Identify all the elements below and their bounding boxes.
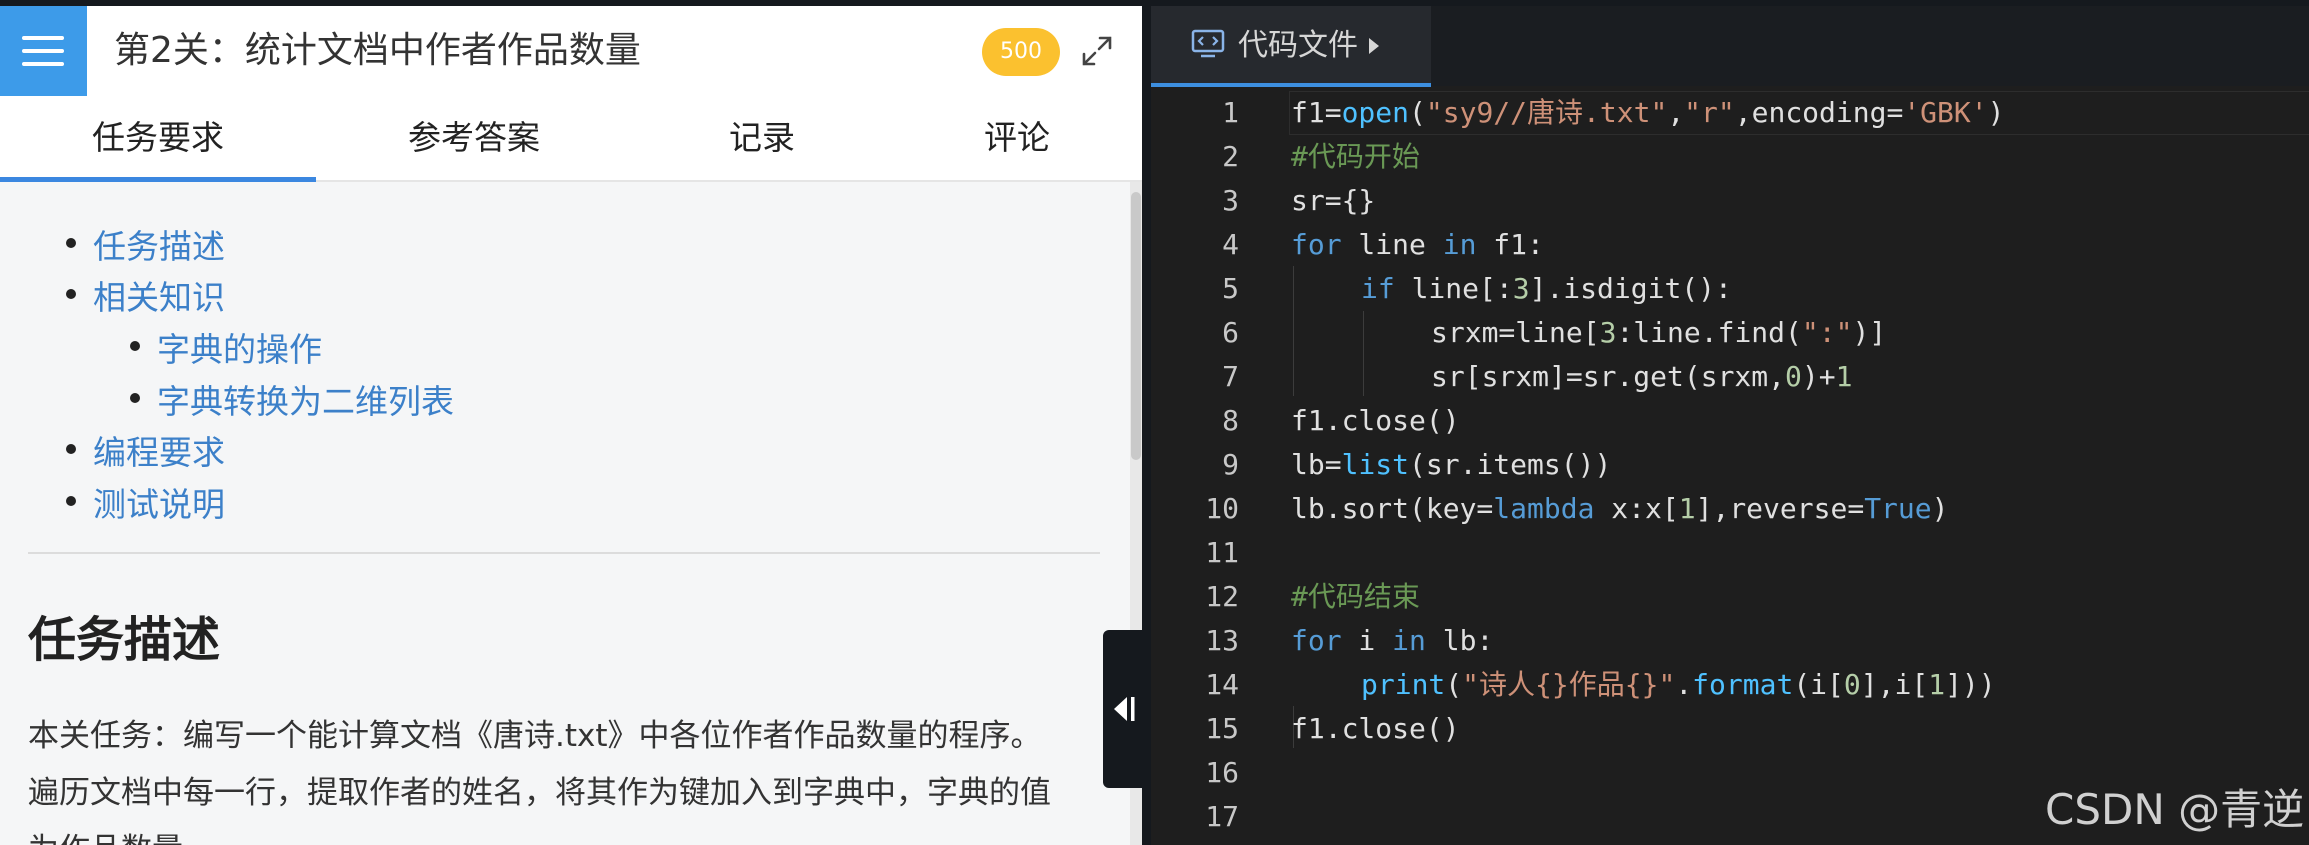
code-line: 15 f1.close(): [1151, 707, 2309, 751]
code-line: 3 sr={}: [1151, 179, 2309, 223]
code-line: 14 print("诗人{}作品{}".format(i[0],i[1])): [1151, 663, 2309, 707]
code-editor-panel: 代码文件 1 f1=open("sy9//唐诗.txt","r",encodin…: [1151, 6, 2309, 845]
toc-item-related-knowledge[interactable]: 相关知识: [93, 271, 225, 319]
score-badge: 500: [982, 28, 1060, 76]
code-text: #代码开始: [1291, 140, 1420, 173]
line-number: 6: [1222, 316, 1239, 349]
code-text: lb=list(sr.items()): [1291, 448, 1612, 481]
line-number: 4: [1222, 228, 1239, 261]
bullet: [130, 341, 140, 351]
collapse-panel-button[interactable]: [1103, 630, 1145, 788]
task-panel: 第2关：统计文档中作者作品数量 500 任务要求 参考答案 记录 评论 任务描述…: [0, 6, 1142, 845]
code-file-icon: [1191, 29, 1225, 58]
code-text: sr={}: [1291, 184, 1376, 217]
line-number: 10: [1205, 492, 1239, 525]
line-number: 14: [1205, 668, 1239, 701]
task-content: 任务描述 相关知识 字典的操作 字典转换为二维列表 编程要求 测试说明 任务描述…: [0, 182, 1130, 845]
code-line: 10 lb.sort(key=lambda x:x[1],reverse=Tru…: [1151, 487, 2309, 531]
line-number: 9: [1222, 448, 1239, 481]
section-heading: 任务描述: [28, 612, 221, 668]
toc-item-task-description[interactable]: 任务描述: [93, 220, 225, 268]
code-text: srxm=line[3:line.find(":")]: [1431, 316, 1887, 349]
code-text: for line in f1:: [1291, 228, 1544, 261]
description-line-1: 本关任务：编写一个能计算文档《唐诗.txt》中各位作者作品数量的程序。: [28, 718, 1042, 754]
tab-records[interactable]: 记录: [632, 96, 892, 180]
line-number: 13: [1205, 624, 1239, 657]
tab-reference-answer[interactable]: 参考答案: [316, 96, 632, 180]
bullet: [66, 238, 76, 248]
line-number: 16: [1205, 756, 1239, 789]
line-number: 2: [1222, 140, 1239, 173]
tab-task-requirements[interactable]: 任务要求: [0, 96, 316, 180]
code-line: 13 for i in lb:: [1151, 619, 2309, 663]
code-file-tab[interactable]: 代码文件: [1151, 6, 1431, 86]
code-file-tab-label: 代码文件: [1238, 28, 1358, 63]
code-text: sr[srxm]=sr.get(srxm,0)+1: [1431, 360, 1853, 393]
code-line: 2 #代码开始: [1151, 135, 2309, 179]
line-number: 17: [1205, 800, 1239, 833]
code-line: 6 srxm=line[3:line.find(":")]: [1151, 311, 2309, 355]
code-text: for i in lb:: [1291, 624, 1494, 657]
fullscreen-icon[interactable]: [1080, 34, 1114, 68]
line-number: 5: [1222, 272, 1239, 305]
line-number: 1: [1222, 96, 1239, 129]
code-line: 4 for line in f1:: [1151, 223, 2309, 267]
code-editor[interactable]: 1 f1=open("sy9//唐诗.txt","r",encoding='GB…: [1151, 86, 2309, 845]
code-text: lb.sort(key=lambda x:x[1],reverse=True): [1291, 492, 1949, 525]
code-text: print("诗人{}作品{}".format(i[0],i[1])): [1361, 668, 1996, 701]
toc-item-programming-requirements[interactable]: 编程要求: [93, 426, 225, 474]
code-text: if line[:3].isdigit():: [1361, 272, 1732, 305]
code-line: 1 f1=open("sy9//唐诗.txt","r",encoding='GB…: [1151, 91, 2309, 135]
code-line: 9 lb=list(sr.items()): [1151, 443, 2309, 487]
line-number: 8: [1222, 404, 1239, 437]
task-header: 第2关：统计文档中作者作品数量 500: [0, 6, 1142, 96]
toc-item-test-instructions[interactable]: 测试说明: [93, 478, 225, 526]
code-line: 8 f1.close(): [1151, 399, 2309, 443]
description-line-3: 为作品数量。: [28, 824, 1108, 845]
description-line-2: 遍历文档中每一行，提取作者的姓名，将其作为键加入到字典中，字典的值: [28, 775, 1051, 811]
tab-comments[interactable]: 评论: [892, 96, 1142, 180]
bullet: [66, 496, 76, 506]
bullet: [66, 444, 76, 454]
task-tabs: 任务要求 参考答案 记录 评论: [0, 96, 1142, 182]
divider: [28, 552, 1100, 554]
bullet: [66, 289, 76, 299]
hamburger-menu-icon[interactable]: [0, 6, 87, 96]
line-number: 12: [1205, 580, 1239, 613]
editor-tab-bar: 代码文件: [1151, 6, 2309, 87]
page-title: 第2关：统计文档中作者作品数量: [114, 30, 641, 71]
code-line: 7 sr[srxm]=sr.get(srxm,0)+1: [1151, 355, 2309, 399]
line-number: 7: [1222, 360, 1239, 393]
bullet: [130, 393, 140, 403]
toc-item-dict-to-2d-list[interactable]: 字典转换为二维列表: [157, 375, 454, 423]
play-arrow-icon: [1369, 38, 1379, 54]
code-line: 11: [1151, 531, 2309, 575]
watermark: CSDN @青逆: [2045, 785, 2305, 834]
line-number: 15: [1205, 712, 1239, 745]
code-text: f1=open("sy9//唐诗.txt","r",encoding='GBK'…: [1291, 96, 2005, 129]
code-text: #代码结束: [1291, 580, 1420, 613]
toc-item-dict-operations[interactable]: 字典的操作: [157, 323, 322, 371]
scrollbar-thumb[interactable]: [1131, 192, 1141, 460]
collapse-left-icon: [1114, 697, 1135, 721]
code-line: 12 #代码结束: [1151, 575, 2309, 619]
line-number: 11: [1205, 536, 1239, 569]
code-text: f1.close(): [1291, 712, 1460, 745]
line-number: 3: [1222, 184, 1239, 217]
code-line: 5 if line[:3].isdigit():: [1151, 267, 2309, 311]
code-text: f1.close(): [1291, 404, 1460, 437]
